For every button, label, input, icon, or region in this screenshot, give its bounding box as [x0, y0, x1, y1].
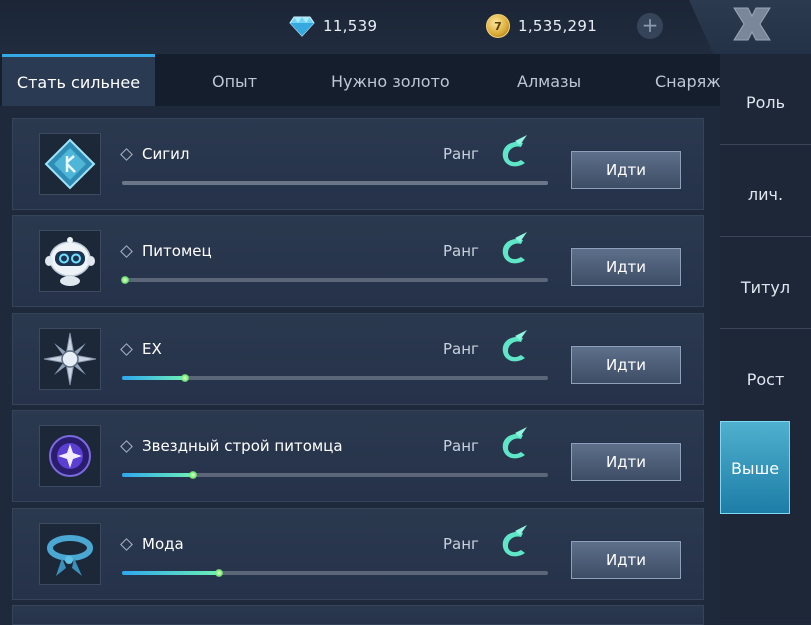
tab-get-stronger[interactable]: Стать сильнее	[2, 54, 155, 106]
sidebar-item-higher[interactable]: Выше	[720, 421, 790, 514]
sidebar-divider	[720, 236, 811, 237]
item-name: EX	[142, 340, 162, 358]
tab-experience[interactable]: Опыт	[212, 54, 257, 106]
rank-c-icon	[502, 135, 527, 167]
go-button[interactable]: Идти	[571, 248, 681, 286]
item-name: Мода	[142, 535, 184, 553]
sidebar-divider	[720, 328, 811, 329]
diamond-amount: 11,539	[323, 17, 378, 35]
rank-c-icon	[502, 427, 527, 459]
rank-c-icon	[502, 525, 527, 557]
right-sidebar: Роль лич. Титул Рост Выше	[720, 54, 811, 623]
list-item: Сигил Ранг Идти	[12, 118, 704, 210]
item-icon-frame	[39, 328, 101, 390]
progress-fill	[122, 374, 189, 382]
list-item: Мода Ранг Идти	[12, 508, 704, 600]
sidebar-item-role[interactable]: Роль	[720, 57, 811, 149]
rank-label: Ранг	[443, 145, 479, 163]
sidebar-item-title[interactable]: Титул	[720, 242, 811, 334]
item-icon-frame	[39, 230, 101, 292]
sidebar-item-personal[interactable]: лич.	[720, 149, 811, 241]
item-icon-frame	[39, 425, 101, 487]
bullet-diamond-icon	[120, 148, 133, 161]
purple-orb-icon	[49, 435, 91, 477]
sidebar-item-growth[interactable]: Рост	[720, 334, 811, 426]
item-icon-frame	[39, 133, 101, 195]
rank-label: Ранг	[443, 340, 479, 358]
go-button[interactable]: Идти	[571, 151, 681, 189]
item-name: Питомец	[142, 242, 212, 260]
list-item: EX Ранг Идти	[12, 313, 704, 405]
top-bar	[0, 0, 811, 54]
list-item: Питомец Ранг Идти	[12, 215, 704, 307]
gold-amount: 1,535,291	[518, 17, 598, 35]
go-button[interactable]: Идти	[571, 443, 681, 481]
rank-label: Ранг	[443, 242, 479, 260]
gold-counter: 7 1,535,291	[486, 14, 597, 38]
pet-robot-icon	[45, 237, 95, 286]
go-button[interactable]: Идти	[571, 346, 681, 384]
rank-c-icon	[502, 232, 527, 264]
compass-star-icon	[43, 332, 97, 386]
progress-bar	[122, 181, 548, 185]
bullet-diamond-icon	[120, 440, 133, 453]
sigil-icon	[44, 138, 96, 190]
rank-label: Ранг	[443, 535, 479, 553]
rank-c-icon	[502, 330, 527, 362]
item-name: Сигил	[142, 145, 190, 163]
item-icon-frame	[39, 523, 101, 585]
bullet-diamond-icon	[120, 538, 133, 551]
category-tabs: Стать сильнее Опыт Нужно золото Алмазы С…	[0, 54, 720, 106]
gold-coin-icon: 7	[486, 14, 510, 38]
progress-fill	[122, 471, 198, 479]
go-button[interactable]: Идти	[571, 541, 681, 579]
progress-fill	[122, 181, 548, 185]
list-item: Звездный строй питомца Ранг Идти	[12, 410, 704, 502]
bullet-diamond-icon	[120, 343, 133, 356]
progress-bar	[122, 471, 548, 479]
progress-bar	[121, 276, 548, 284]
sidebar-divider	[720, 144, 811, 145]
item-name: Звездный строй питомца	[142, 437, 343, 455]
diamond-icon	[289, 16, 315, 37]
progress-bar	[122, 374, 548, 382]
tab-diamonds[interactable]: Алмазы	[517, 54, 581, 106]
diamond-counter: 11,539	[289, 14, 377, 38]
add-currency-button[interactable]: +	[637, 13, 663, 39]
close-icon[interactable]	[722, 2, 782, 46]
tab-equipment[interactable]: Снаряж	[655, 54, 720, 106]
rank-label: Ранг	[443, 437, 479, 455]
progress-bar	[122, 569, 548, 577]
tab-need-gold[interactable]: Нужно золото	[331, 54, 450, 106]
headband-icon	[47, 535, 93, 576]
list-item-partial	[12, 605, 704, 625]
progress-fill	[122, 569, 223, 577]
progress-fill	[121, 276, 130, 284]
bullet-diamond-icon	[120, 245, 133, 258]
